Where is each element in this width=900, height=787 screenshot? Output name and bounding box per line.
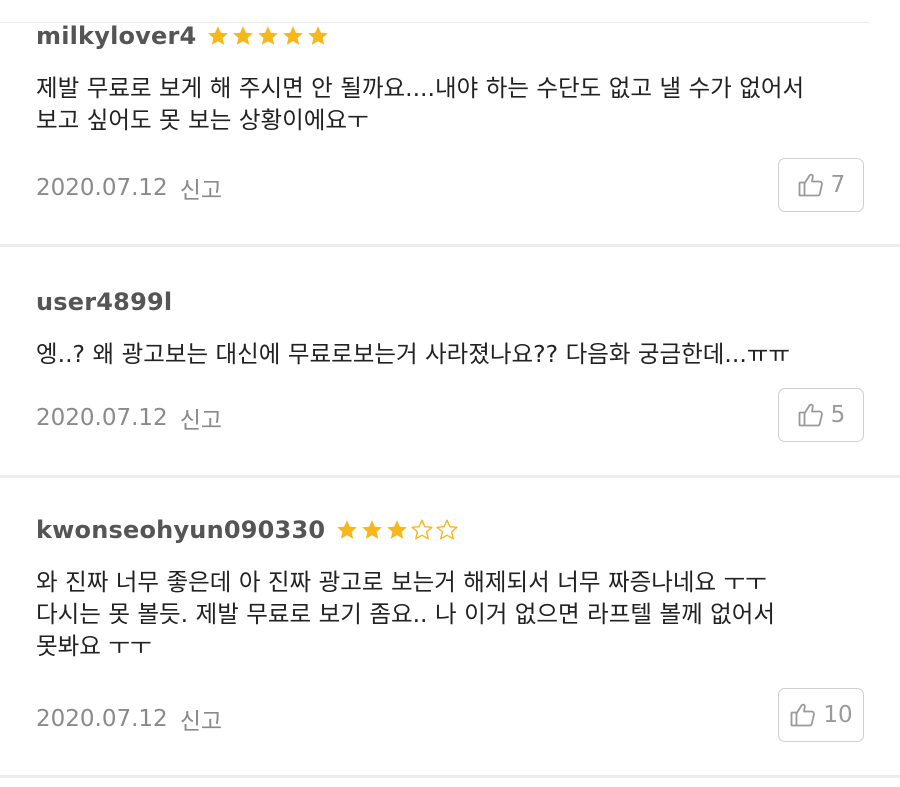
thumbs-up-icon: [790, 703, 816, 727]
star-empty-icon: [411, 519, 433, 540]
review-username[interactable]: kwonseohyun090330: [36, 516, 325, 544]
star-icon: [258, 26, 279, 45]
star-icon: [387, 520, 408, 539]
review-card: user4899l 엥..? 왜 광고보는 대신에 무료로보는거 사라졌나요??…: [0, 247, 900, 478]
review-header: user4899l: [36, 288, 172, 316]
like-button[interactable]: 5: [778, 388, 864, 442]
report-link[interactable]: 신고: [180, 702, 222, 736]
star-icon: [233, 26, 254, 45]
like-count: 7: [830, 172, 846, 198]
review-divider: [0, 775, 900, 778]
review-text: 와 진짜 너무 좋은데 아 진짜 광고로 보는거 해제되서 너무 짜증나네요 ㅜ…: [36, 566, 856, 662]
review-username[interactable]: user4899l: [36, 288, 172, 316]
like-count: 5: [830, 402, 846, 428]
review-meta: 2020.07.12 신고: [36, 401, 222, 435]
like-button[interactable]: 10: [778, 688, 864, 742]
review-header: kwonseohyun090330: [36, 516, 459, 544]
review-meta: 2020.07.12 신고: [36, 702, 222, 736]
star-icon: [208, 26, 229, 45]
review-text-line: 와 진짜 너무 좋은데 아 진짜 광고로 보는거 해제되서 너무 짜증나네요 ㅜ…: [36, 568, 767, 596]
review-meta: 2020.07.12 신고: [36, 171, 222, 205]
review-date: 2020.07.12: [36, 706, 168, 732]
review-header: milkylover4: [36, 22, 330, 50]
star-rating: [335, 518, 459, 542]
star-icon: [337, 520, 358, 539]
review-card: kwonseohyun090330 와 진짜 너무 좋은데 아 진짜 광고로 보…: [0, 478, 900, 778]
review-text-line: 못봐요 ㅜㅜ: [36, 632, 152, 660]
review-date: 2020.07.12: [36, 405, 168, 431]
review-text-line: 엥..? 왜 광고보는 대신에 무료로보는거 사라졌나요?? 다음화 궁금한데.…: [36, 340, 791, 368]
star-empty-icon: [436, 519, 458, 540]
review-date: 2020.07.12: [36, 175, 168, 201]
star-icon: [283, 26, 304, 45]
report-link[interactable]: 신고: [180, 171, 222, 205]
review-text-line: 보고 싶어도 못 보는 상황이에요ㅜ: [36, 106, 369, 134]
like-count: 10: [823, 702, 853, 728]
review-text: 제발 무료로 보게 해 주시면 안 될까요....내야 하는 수단도 없고 낼 …: [36, 72, 856, 136]
star-icon: [362, 520, 383, 539]
thumbs-up-icon: [798, 173, 823, 197]
report-link[interactable]: 신고: [180, 401, 222, 435]
thumbs-up-icon: [798, 403, 823, 427]
like-button[interactable]: 7: [778, 158, 864, 212]
star-rating: [206, 24, 330, 48]
review-username[interactable]: milkylover4: [36, 22, 196, 50]
review-card: milkylover4 제발 무료로 보게 해 주시면 안 될까요....내야 …: [0, 0, 900, 247]
review-text-line: 제발 무료로 보게 해 주시면 안 될까요....내야 하는 수단도 없고 낼 …: [36, 74, 805, 102]
review-text-line: 다시는 못 볼듯. 제발 무료로 보기 좀요.. 나 이거 없으면 라프텔 볼께…: [36, 600, 776, 628]
review-text: 엥..? 왜 광고보는 대신에 무료로보는거 사라졌나요?? 다음화 궁금한데.…: [36, 338, 856, 370]
star-icon: [308, 26, 329, 45]
